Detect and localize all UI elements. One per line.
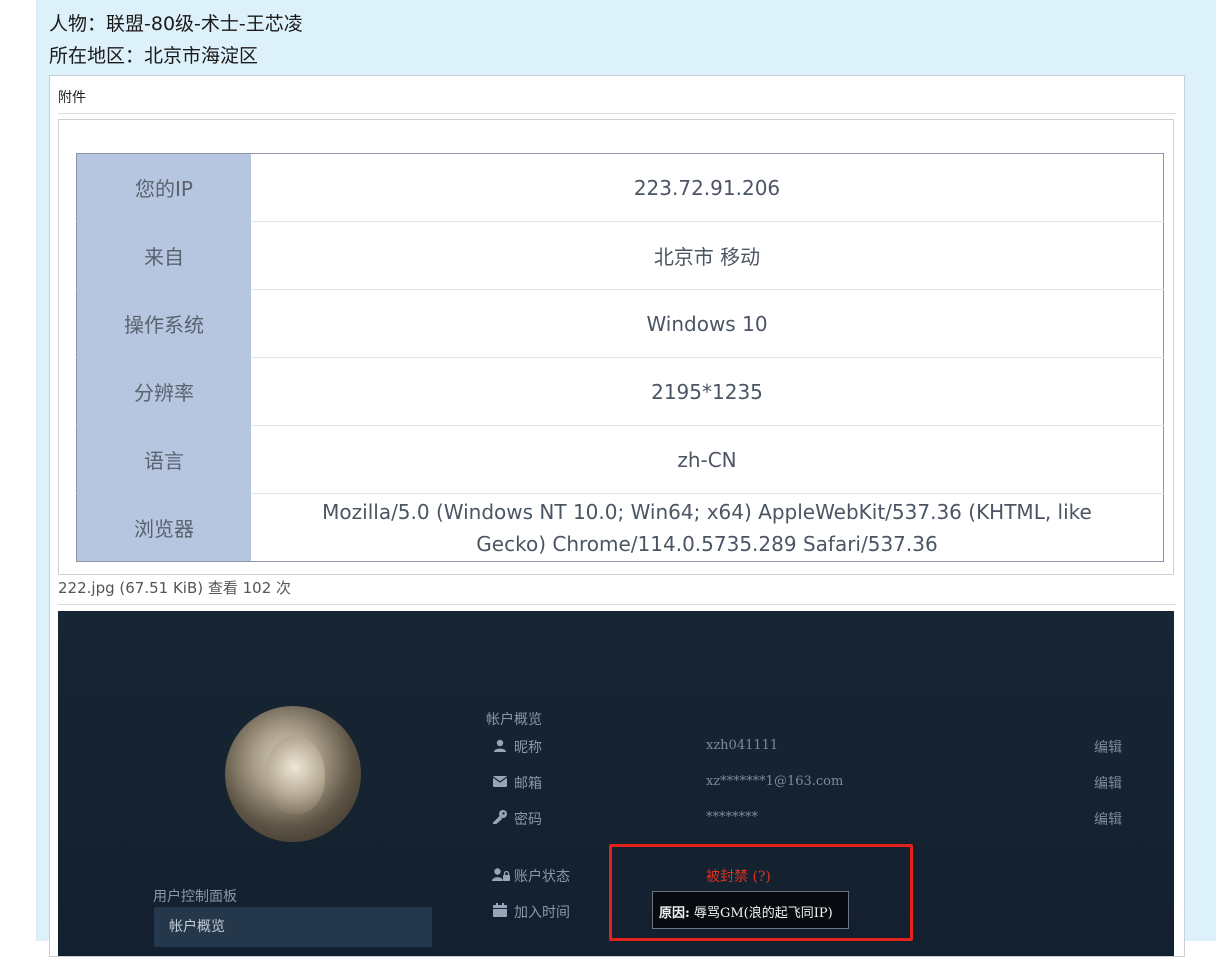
row-key: 您的IP bbox=[76, 153, 251, 222]
table-row: 操作系统 Windows 10 bbox=[76, 289, 1164, 358]
table-row: 您的IP 223.72.91.206 bbox=[76, 153, 1164, 222]
user-lock-icon bbox=[492, 868, 510, 881]
section-title: 帐户概览 bbox=[486, 712, 542, 728]
edit-nickname-button[interactable]: 编辑 bbox=[1094, 737, 1122, 757]
email-value: xz*******1@163.com bbox=[706, 774, 844, 789]
edit-password-button[interactable]: 编辑 bbox=[1094, 809, 1122, 829]
attachment-image-account-panel[interactable]: 用户控制面板 帐户概览 帐户概览 昵称 xzh041111 编辑 邮箱 xz**… bbox=[58, 611, 1174, 956]
ban-reason-tooltip: 原因: 辱骂GM(浪的起飞同IP) bbox=[652, 891, 849, 929]
row-key: 来自 bbox=[76, 221, 251, 290]
avatar-face bbox=[265, 736, 325, 814]
tooltip-text: 辱骂GM(浪的起飞同IP) bbox=[689, 906, 833, 921]
post-body: 人物：联盟-80级-术士-王芯凌 所在地区：北京市海淀区 附件 您的IP 223… bbox=[37, 0, 1216, 957]
row-key: 操作系统 bbox=[76, 289, 251, 358]
key-icon bbox=[493, 810, 507, 824]
password-label: 密码 bbox=[514, 812, 542, 828]
nickname-value: xzh041111 bbox=[706, 738, 779, 753]
row-value: Windows 10 bbox=[251, 289, 1164, 358]
tooltip-prefix: 原因: bbox=[659, 906, 690, 921]
table-row: 分辨率 2195*1235 bbox=[76, 357, 1164, 426]
divider bbox=[58, 113, 1176, 114]
region-line: 所在地区：北京市海淀区 bbox=[49, 45, 259, 67]
row-value: zh-CN bbox=[251, 425, 1164, 494]
email-label: 邮箱 bbox=[514, 776, 542, 792]
sidebar-item-label: 帐户概览 bbox=[169, 919, 225, 935]
row-key: 分辨率 bbox=[76, 357, 251, 426]
left-gutter bbox=[0, 0, 37, 941]
attachment-image-ip-info[interactable]: 您的IP 223.72.91.206 来自 北京市 移动 操作系统 Window… bbox=[58, 119, 1174, 575]
row-key: 浏览器 bbox=[76, 493, 251, 562]
attachment-title: 附件 bbox=[58, 90, 86, 106]
control-panel-title: 用户控制面板 bbox=[153, 889, 237, 905]
row-value: 223.72.91.206 bbox=[251, 153, 1164, 222]
row-value: 北京市 移动 bbox=[251, 221, 1164, 290]
user-icon bbox=[494, 739, 506, 752]
avatar bbox=[225, 706, 361, 842]
divider bbox=[58, 604, 1176, 605]
character-line: 人物：联盟-80级-术士-王芯凌 bbox=[49, 13, 303, 35]
row-value: Mozilla/5.0 (Windows NT 10.0; Win64; x64… bbox=[251, 493, 1164, 562]
attachment-caption[interactable]: 222.jpg (67.51 KiB) 查看 102 次 bbox=[58, 577, 291, 598]
table-row: 浏览器 Mozilla/5.0 (Windows NT 10.0; Win64;… bbox=[76, 493, 1164, 562]
nickname-label: 昵称 bbox=[514, 740, 542, 756]
table-row: 来自 北京市 移动 bbox=[76, 221, 1164, 290]
table-row: 语言 zh-CN bbox=[76, 425, 1164, 494]
password-value: ******** bbox=[706, 810, 758, 825]
sidebar-item-account-overview[interactable]: 帐户概览 bbox=[154, 907, 432, 947]
account-status-label: 账户状态 bbox=[514, 869, 570, 885]
ip-info-table: 您的IP 223.72.91.206 来自 北京市 移动 操作系统 Window… bbox=[76, 153, 1164, 562]
row-key: 语言 bbox=[76, 425, 251, 494]
envelope-icon bbox=[493, 776, 507, 787]
join-time-label: 加入时间 bbox=[514, 905, 570, 921]
row-value: 2195*1235 bbox=[251, 357, 1164, 426]
calendar-icon bbox=[493, 903, 507, 917]
attachment-box: 附件 您的IP 223.72.91.206 来自 北京市 移动 操作系统 Win… bbox=[49, 75, 1185, 957]
edit-email-button[interactable]: 编辑 bbox=[1094, 773, 1122, 793]
